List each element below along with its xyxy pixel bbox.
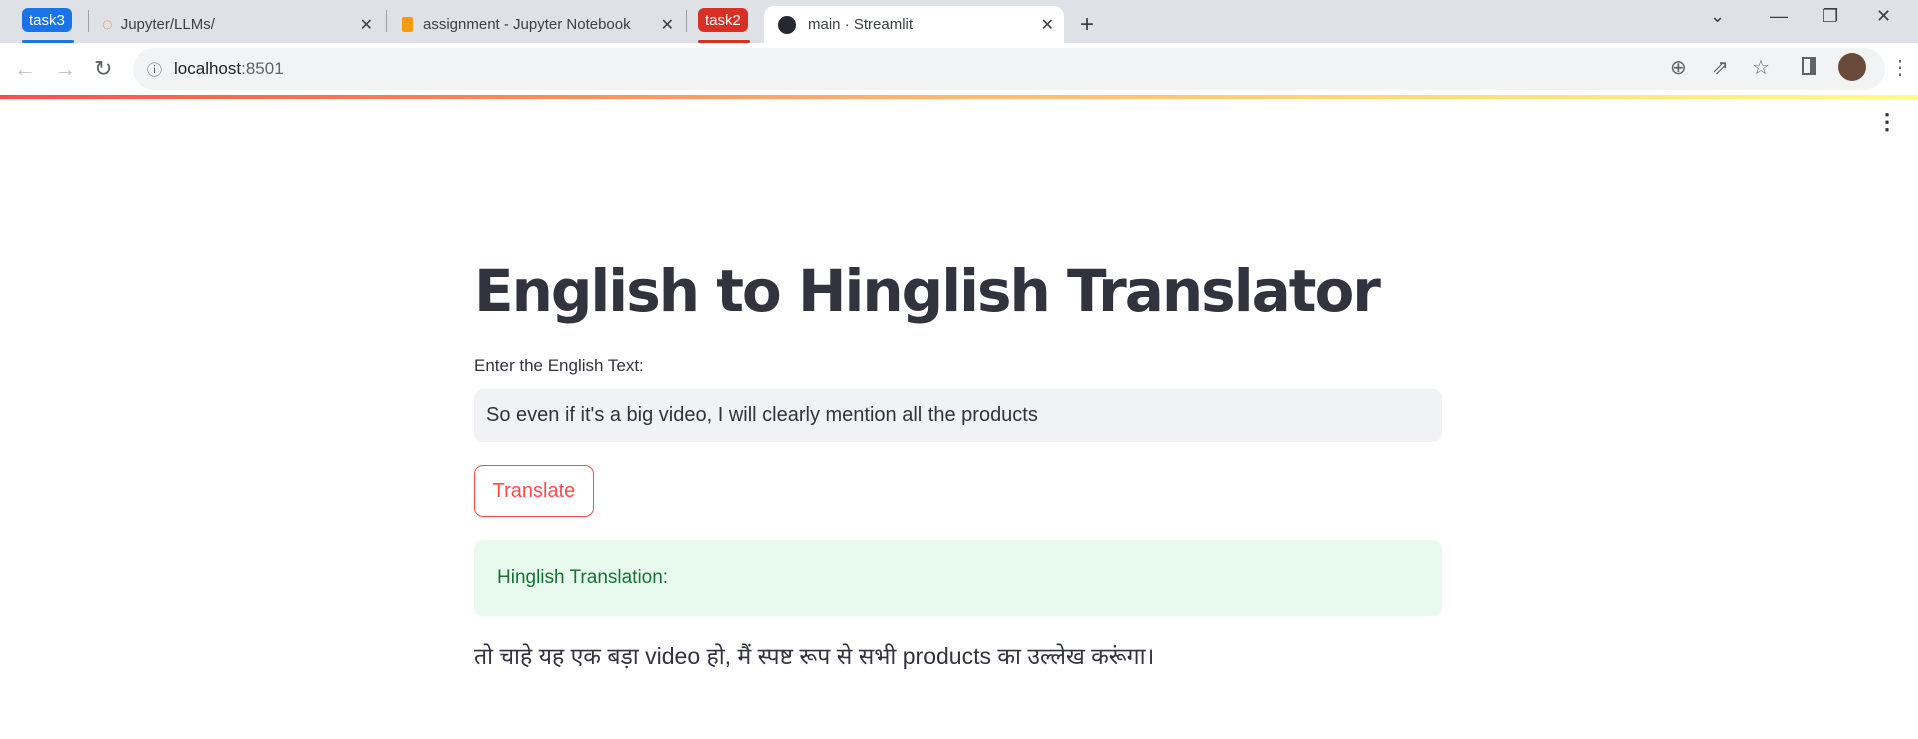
close-tab-icon[interactable]: ✕ (1041, 15, 1054, 35)
tab-separator (686, 10, 687, 32)
side-panel-icon[interactable] (1802, 57, 1816, 75)
translate-button[interactable]: Translate (474, 465, 594, 517)
tab-group-task2[interactable]: task2 (698, 8, 748, 32)
tab-title: assignment - Jupyter Notebook (423, 16, 631, 33)
menu-icon[interactable]: ⋮ (1890, 55, 1910, 80)
input-label: Enter the English Text: (474, 356, 644, 375)
tab-bar: task3 ◌ Jupyter/LLMs/ ✕ assignment - Jup… (0, 0, 1918, 43)
tab-group-label: task3 (29, 11, 65, 29)
tab-assignment[interactable]: assignment - Jupyter Notebook ✕ (396, 6, 684, 43)
tab-group-task3[interactable]: task3 (22, 8, 72, 32)
tab-search-icon[interactable]: ⌄ (1710, 6, 1725, 27)
close-tab-icon[interactable]: ✕ (661, 15, 674, 35)
tab-separator (88, 10, 89, 32)
restore-icon[interactable]: ❐ (1822, 6, 1838, 27)
plus-icon: + (1080, 10, 1095, 38)
translation-result: तो चाहे यह एक बड़ा video हो, मैं स्पष्ट … (474, 643, 1155, 669)
back-icon[interactable]: ← (14, 56, 36, 82)
close-tab-icon[interactable]: ✕ (360, 15, 373, 35)
forward-icon[interactable]: → (54, 56, 76, 82)
jupyter-icon: ◌ (102, 14, 113, 34)
success-alert: Hinglish Translation: (474, 540, 1442, 616)
info-icon: ⓘ (147, 61, 163, 79)
close-window-icon[interactable]: ✕ (1876, 6, 1891, 27)
url-host: localhost (174, 59, 242, 78)
page-title: English to Hinglish Translator (474, 257, 1381, 325)
tab-streamlit[interactable]: main · Streamlit ✕ (764, 6, 1064, 43)
streamlit-icon (778, 15, 796, 34)
streamlit-decoration-bar (0, 95, 1918, 99)
notebook-icon (402, 17, 413, 32)
zoom-icon[interactable]: ⊕ (1670, 55, 1687, 80)
tab-title: main · Streamlit (808, 16, 914, 33)
minimize-icon[interactable]: — (1770, 6, 1788, 27)
url-port: :8501 (241, 59, 284, 78)
share-icon[interactable]: ⇗ (1712, 55, 1729, 80)
english-text-input[interactable] (474, 389, 1442, 442)
new-tab-button[interactable]: + (1080, 6, 1094, 43)
address-bar-row: ← → ↻ ⓘ localhost:8501 ⊕ ⇗ ☆ ⋮ (0, 43, 1918, 96)
tab-title: Jupyter/LLMs/ (120, 16, 215, 33)
tab-group-label: task2 (705, 11, 741, 29)
star-icon[interactable]: ☆ (1752, 55, 1770, 80)
url-input[interactable]: ⓘ localhost:8501 (133, 48, 1885, 90)
tab-jupyter-llms[interactable]: ◌ Jupyter/LLMs/ ✕ (98, 6, 383, 43)
avatar[interactable] (1838, 53, 1866, 81)
main-menu-icon[interactable]: ⋮ (1876, 111, 1898, 133)
reload-icon[interactable]: ↻ (94, 56, 112, 82)
tab-separator (386, 10, 387, 32)
